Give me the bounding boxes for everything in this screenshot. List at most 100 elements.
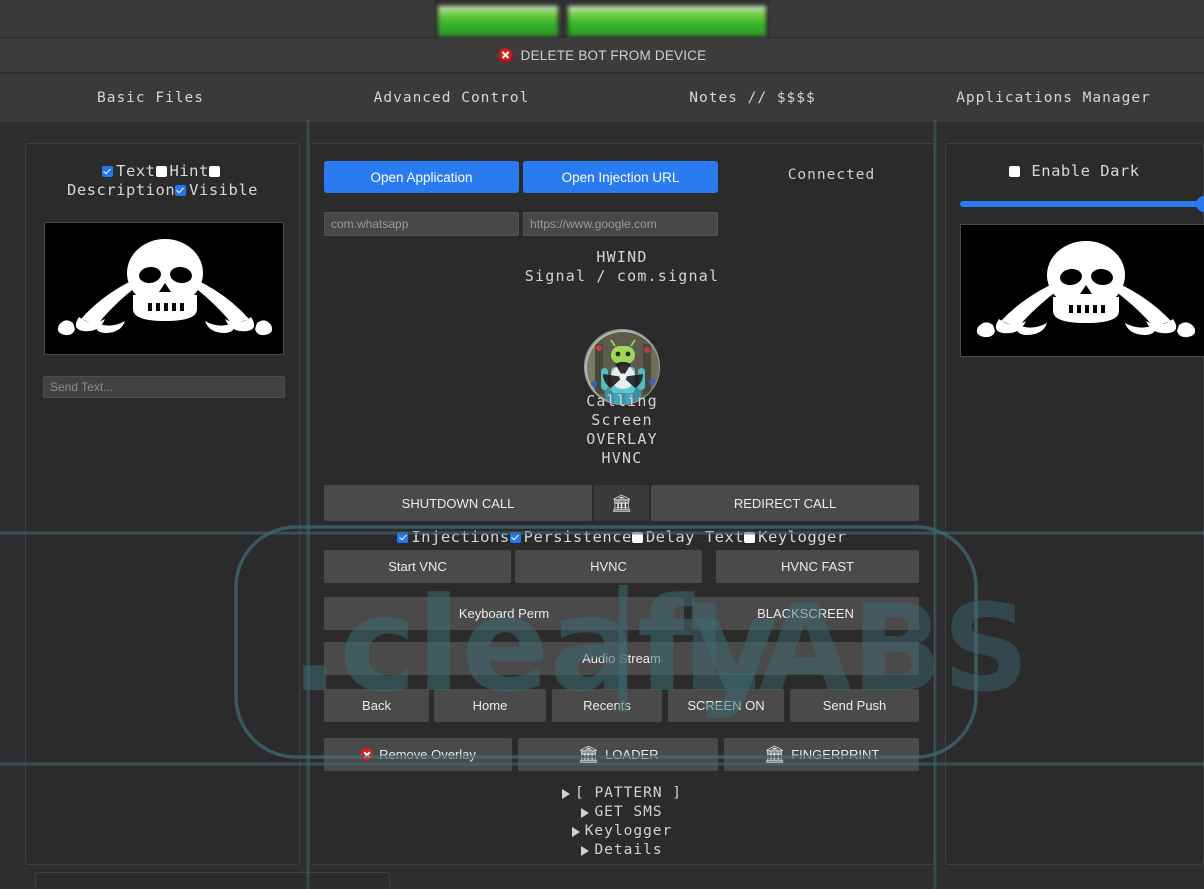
tree-item-keylogger[interactable]: Keylogger bbox=[310, 822, 934, 841]
red-x-circle-icon bbox=[360, 748, 374, 761]
send-push-button[interactable]: Send Push bbox=[790, 689, 919, 722]
checkbox-box[interactable] bbox=[102, 165, 114, 177]
delete-bot-button[interactable]: DELETE BOT FROM DEVICE bbox=[497, 47, 707, 63]
center-panel: Open Application Open Injection URL Conn… bbox=[309, 143, 935, 865]
tab-applications-manager[interactable]: Applications Manager bbox=[903, 90, 1204, 106]
jolly-roger-icon bbox=[961, 225, 1204, 356]
fingerprint-label: FINGERPRINT bbox=[791, 747, 880, 762]
checkbox-label: Visible bbox=[189, 181, 258, 199]
tab-bar: Basic Files Advanced Control Notes // $$… bbox=[0, 74, 1204, 123]
checkbox-box[interactable] bbox=[208, 165, 220, 177]
checkbox-box[interactable] bbox=[509, 531, 521, 543]
screen-on-button[interactable]: SCREEN ON bbox=[668, 689, 784, 722]
delete-bot-label: DELETE BOT FROM DEVICE bbox=[520, 47, 707, 63]
tree-item-label: Keylogger bbox=[584, 823, 673, 839]
checkbox-label: Hint bbox=[169, 162, 209, 180]
start-vnc-button[interactable]: Start VNC bbox=[324, 550, 511, 583]
app-root: DELETE BOT FROM DEVICE Basic Files Advan… bbox=[0, 0, 1204, 889]
device-name: HWIND bbox=[596, 248, 648, 266]
checkbox-label: Delay Text bbox=[645, 528, 745, 546]
checkbox-enable-dark[interactable]: Enable Dark bbox=[946, 162, 1203, 180]
caret-right-icon bbox=[581, 807, 590, 818]
checkbox-box[interactable] bbox=[631, 531, 643, 543]
checkbox-box[interactable] bbox=[1009, 165, 1021, 177]
loader-button[interactable]: 🏛 LOADER bbox=[518, 738, 718, 771]
checkbox-description[interactable]: Description bbox=[67, 181, 175, 199]
tree-item-label: GET SMS bbox=[594, 804, 663, 820]
remove-overlay-label: Remove Overlay bbox=[379, 747, 476, 762]
redacted-block-2 bbox=[568, 6, 766, 36]
loader-label: LOADER bbox=[605, 747, 659, 762]
checkbox-injections[interactable]: Injections bbox=[397, 528, 509, 546]
bank-icon: 🏛 bbox=[763, 745, 786, 764]
checkbox-box[interactable] bbox=[397, 531, 409, 543]
package-name-input[interactable]: com.whatsapp bbox=[324, 212, 519, 236]
enable-dark-label: Enable Dark bbox=[1031, 162, 1140, 180]
bank-icon: 🏛 bbox=[577, 745, 600, 764]
hvnc-fast-button[interactable]: HVNC FAST bbox=[716, 550, 919, 583]
shutdown-call-button[interactable]: SHUTDOWN CALL bbox=[324, 485, 592, 521]
tree-item-pattern[interactable]: [ PATTERN ] bbox=[310, 784, 934, 803]
open-application-button[interactable]: Open Application bbox=[324, 161, 519, 193]
caret-right-icon bbox=[561, 788, 570, 799]
checkbox-label: Keylogger bbox=[758, 528, 847, 546]
keyboard-perm-button[interactable]: Keyboard Perm bbox=[324, 597, 684, 630]
checkbox-hint[interactable]: Hint bbox=[155, 162, 209, 180]
open-injection-url-button[interactable]: Open Injection URL bbox=[523, 161, 718, 193]
pirate-flag-image-right bbox=[960, 224, 1204, 357]
checkbox-label: Text bbox=[116, 162, 156, 180]
status-hvnc: HVNC bbox=[601, 449, 643, 467]
expandable-tree: [ PATTERN ] GET SMS Keylogger Details bbox=[310, 784, 934, 860]
redacted-region bbox=[434, 0, 770, 37]
connection-status: Connected bbox=[787, 167, 876, 183]
delete-bot-row: DELETE BOT FROM DEVICE bbox=[0, 38, 1204, 73]
tree-item-details[interactable]: Details bbox=[310, 841, 934, 860]
audio-stream-button[interactable]: Audio Stream bbox=[324, 642, 919, 675]
status-overlay: OVERLAY bbox=[586, 430, 658, 448]
send-text-input[interactable]: Send Text... bbox=[43, 376, 285, 398]
app-identifier: Signal / com.signal bbox=[524, 267, 720, 285]
tab-notes[interactable]: Notes // $$$$ bbox=[602, 90, 903, 106]
jolly-roger-icon bbox=[45, 223, 283, 354]
pirate-flag-image-left bbox=[44, 222, 284, 355]
bottom-strip bbox=[0, 866, 1204, 889]
tab-advanced-control[interactable]: Advanced Control bbox=[301, 90, 602, 106]
caret-right-icon bbox=[571, 826, 580, 837]
left-checkbox-group: Text Hint Description Visible bbox=[26, 162, 299, 199]
checkbox-visible[interactable]: Visible bbox=[175, 181, 258, 199]
slider-track[interactable] bbox=[960, 201, 1204, 207]
bank-icon-button[interactable]: 🏛 bbox=[594, 485, 649, 521]
remove-overlay-button[interactable]: Remove Overlay bbox=[324, 738, 512, 771]
left-panel: Text Hint Description Visible Send Text.… bbox=[25, 143, 300, 865]
fingerprint-button[interactable]: 🏛 FINGERPRINT bbox=[724, 738, 919, 771]
redacted-block-1 bbox=[438, 6, 558, 36]
status-stack: Calling Screen OVERLAY HVNC bbox=[310, 392, 934, 468]
right-panel: Enable Dark bbox=[945, 143, 1204, 865]
main-stage: Text Hint Description Visible Send Text.… bbox=[0, 123, 1204, 866]
tree-item-get-sms[interactable]: GET SMS bbox=[310, 803, 934, 822]
checkbox-persistence[interactable]: Persistence bbox=[509, 528, 632, 546]
checkbox-keylogger[interactable]: Keylogger bbox=[744, 528, 847, 546]
status-calling: Calling bbox=[586, 392, 658, 410]
checkbox-description-box[interactable] bbox=[208, 162, 223, 180]
blackscreen-button[interactable]: BLACKSCREEN bbox=[692, 597, 919, 630]
checkbox-label: Description bbox=[67, 181, 176, 199]
slider-thumb[interactable] bbox=[1196, 196, 1204, 212]
home-button[interactable]: Home bbox=[434, 689, 546, 722]
brightness-slider[interactable] bbox=[960, 196, 1204, 212]
back-button[interactable]: Back bbox=[324, 689, 429, 722]
red-x-circle-icon bbox=[497, 47, 513, 63]
tab-basic-files[interactable]: Basic Files bbox=[0, 90, 301, 106]
checkbox-delay-text[interactable]: Delay Text bbox=[631, 528, 745, 546]
redirect-call-button[interactable]: REDIRECT CALL bbox=[651, 485, 919, 521]
checkbox-text[interactable]: Text bbox=[102, 162, 155, 180]
checkbox-box[interactable] bbox=[175, 184, 187, 196]
recents-button[interactable]: Recents bbox=[552, 689, 662, 722]
hvnc-button[interactable]: HVNC bbox=[515, 550, 702, 583]
checkbox-box[interactable] bbox=[155, 165, 167, 177]
injection-url-input[interactable]: https://www.google.com bbox=[523, 212, 718, 236]
bank-icon: 🏛 bbox=[610, 493, 633, 513]
checkbox-box[interactable] bbox=[744, 531, 756, 543]
feature-checkbox-group: Injections Persistence Delay Text Keylog… bbox=[310, 528, 934, 546]
top-redacted-bar bbox=[0, 0, 1204, 38]
